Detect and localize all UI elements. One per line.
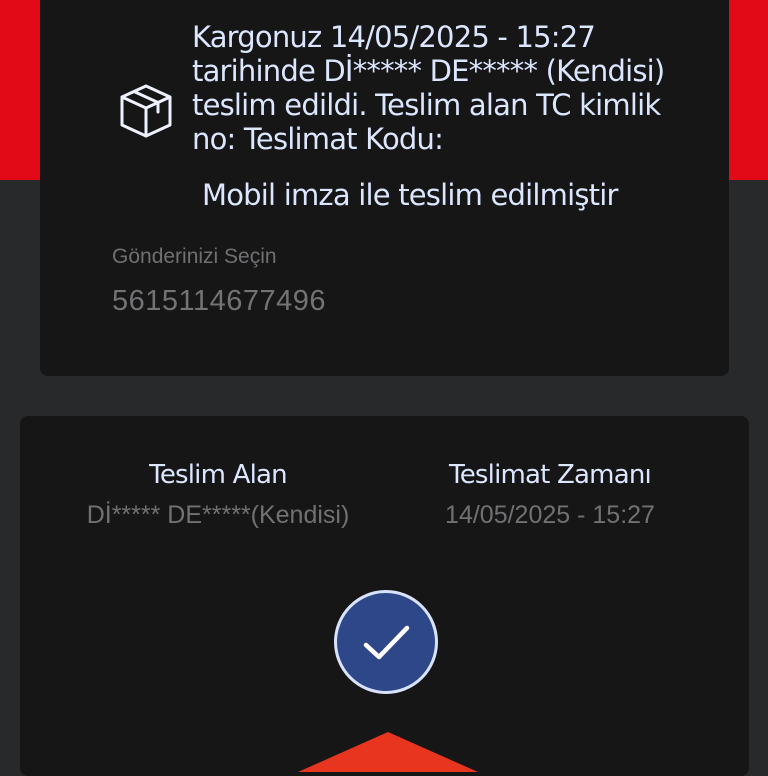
delivery-time-header: Teslimat Zamanı <box>449 460 652 490</box>
receiver-value: Dİ***** DE*****(Kendisi) <box>86 501 350 529</box>
shipment-select-label: Gönderinizi Seçin <box>112 245 277 268</box>
delivery-status-message: Kargonuz 14/05/2025 - 15:27 tarihinde Dİ… <box>192 20 665 156</box>
package-box-icon <box>116 80 176 140</box>
shipment-select-field[interactable]: 5615114677496 <box>112 285 326 318</box>
delivery-time-value: 14/05/2025 - 15:27 <box>445 501 655 529</box>
receiver-header: Teslim Alan <box>149 460 287 490</box>
red-arrow-shape <box>298 732 478 772</box>
delivery-time-column: Teslimat Zamanı 14/05/2025 - 15:27 <box>400 460 700 530</box>
delivered-badge <box>334 590 438 694</box>
receiver-column: Teslim Alan Dİ***** DE*****(Kendisi) <box>60 460 376 530</box>
delivery-method-message: Mobil imza ile teslim edilmiştir <box>202 178 618 212</box>
checkmark-icon <box>363 625 410 660</box>
